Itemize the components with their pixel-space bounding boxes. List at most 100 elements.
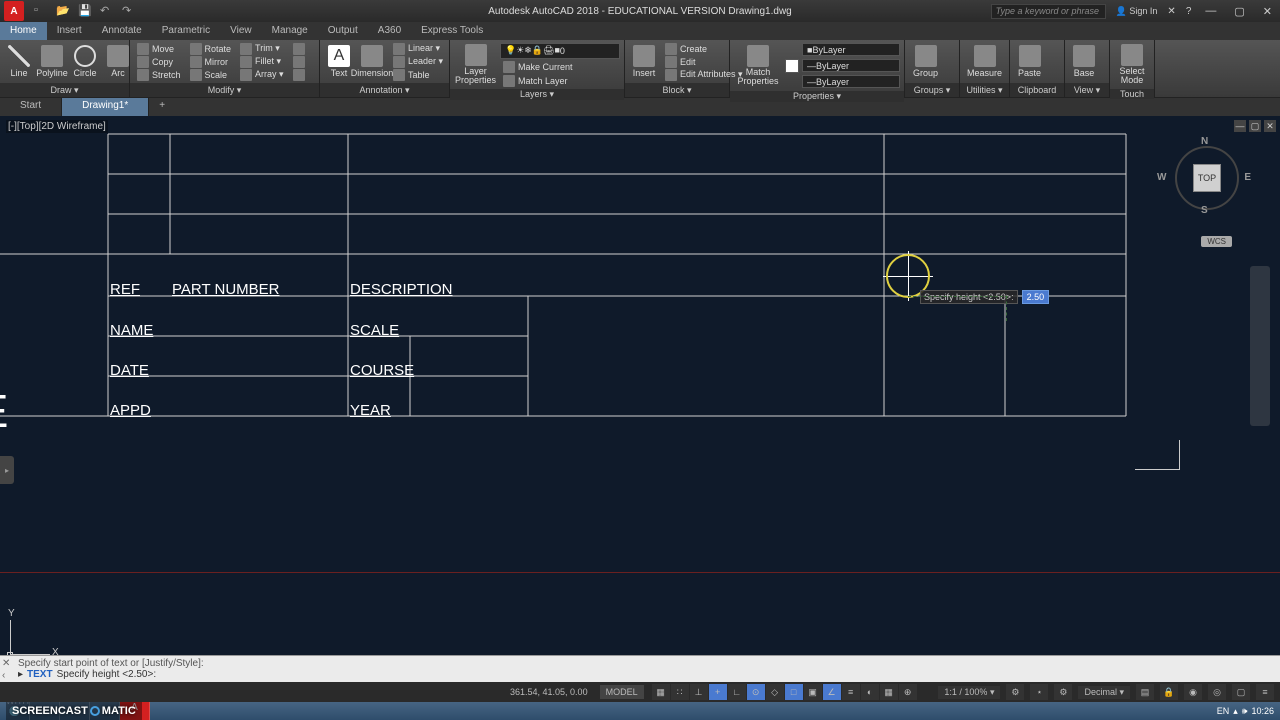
left-palette-tab[interactable]: ▸ (0, 456, 14, 484)
lang-indicator[interactable]: EN (1217, 706, 1230, 716)
matchprops-button[interactable]: Match Properties (734, 43, 782, 88)
paste-button[interactable]: Paste (1014, 43, 1045, 80)
model-button[interactable]: MODEL (600, 685, 644, 699)
tab-annotate[interactable]: Annotate (92, 22, 152, 40)
erase-button[interactable] (290, 43, 308, 55)
command-line[interactable]: ✕ ‹ Specify start point of text or [Just… (0, 655, 1280, 685)
units-dropdown[interactable]: Decimal ▾ (1078, 686, 1130, 699)
line-button[interactable]: Line (4, 43, 34, 80)
workspace-button[interactable]: ⚙ (1054, 684, 1072, 700)
panel-properties-label[interactable]: Properties ▾ (730, 91, 904, 102)
coordinates[interactable]: 361.54, 41.05, 0.00 (500, 687, 598, 697)
cycling-toggle[interactable]: ▦ (880, 684, 898, 700)
transparency-toggle[interactable]: ◐ (861, 684, 879, 700)
tab-express[interactable]: Express Tools (411, 22, 493, 40)
grid-toggle[interactable]: ▦ (652, 684, 670, 700)
tab-parametric[interactable]: Parametric (152, 22, 220, 40)
lock-toggle[interactable]: 🔒 (1160, 684, 1178, 700)
tab-start[interactable]: Start (0, 98, 62, 116)
selectmode-button[interactable]: Select Mode (1114, 42, 1150, 87)
fillet-button[interactable]: Fillet ▾ (237, 56, 287, 68)
cmd-recent-icon[interactable]: ‹ (2, 670, 14, 681)
linear-button[interactable]: Linear ▾ (390, 43, 446, 55)
trim-button[interactable]: Trim ▾ (237, 43, 287, 55)
close-button[interactable]: ✕ (1259, 5, 1276, 18)
polar-toggle[interactable]: ⊙ (747, 684, 765, 700)
circle-button[interactable]: Circle (70, 43, 100, 80)
panel-layers-label[interactable]: Layers ▾ (450, 89, 624, 100)
tray-icon-2[interactable]: 🕪 (1242, 706, 1248, 717)
base-button[interactable]: Base (1069, 43, 1099, 80)
dimension-button[interactable]: Dimension (357, 43, 387, 80)
panel-utilities-label[interactable]: Utilities ▾ (960, 83, 1009, 97)
3dosnap-toggle[interactable]: ▣ (804, 684, 822, 700)
tab-insert[interactable]: Insert (47, 22, 92, 40)
exchange-icon[interactable]: ✕ (1167, 6, 1175, 17)
dyninput-toggle[interactable]: + (709, 684, 727, 700)
group-button[interactable]: Group (909, 43, 942, 80)
clock[interactable]: 10:26 (1251, 706, 1274, 716)
table-button[interactable]: Table (390, 69, 446, 81)
hardware-toggle[interactable]: ◉ (1184, 684, 1202, 700)
polyline-button[interactable]: Polyline (37, 43, 67, 80)
rotate-button[interactable]: Rotate (187, 43, 235, 55)
iso-toggle[interactable]: ◇ (766, 684, 784, 700)
tab-view[interactable]: View (220, 22, 262, 40)
array-button[interactable]: Array ▾ (237, 69, 287, 81)
scale-dropdown[interactable]: 1:1 / 100% ▾ (938, 686, 1000, 699)
panel-draw-label[interactable]: Draw ▾ (0, 83, 129, 97)
drawing-area[interactable]: [-][Top][2D Wireframe] — ▢ ✕ TOP N S E W… (0, 116, 1280, 665)
anno-toggle[interactable]: ⋆ (1030, 684, 1048, 700)
panel-view-label[interactable]: View ▾ (1065, 83, 1109, 97)
search-input[interactable]: Type a keyword or phrase (991, 4, 1106, 19)
panel-groups-label[interactable]: Groups ▾ (905, 83, 959, 97)
lineweight-dropdown[interactable]: — ByLayer (802, 59, 900, 72)
panel-annotation-label[interactable]: Annotation ▾ (320, 83, 449, 97)
osnap-toggle[interactable]: □ (785, 684, 803, 700)
tray-icon[interactable]: ▴ (1233, 706, 1238, 717)
redo-icon[interactable]: ↷ (122, 4, 136, 18)
minimize-button[interactable]: — (1201, 5, 1220, 17)
tab-a360[interactable]: A360 (368, 22, 411, 40)
mirror-button[interactable]: Mirror (187, 56, 235, 68)
tab-manage[interactable]: Manage (262, 22, 318, 40)
panel-modify-label[interactable]: Modify ▾ (130, 83, 319, 97)
signin-button[interactable]: 👤 Sign In (1116, 6, 1158, 17)
insert-button[interactable]: Insert (629, 43, 659, 80)
new-icon[interactable]: ▫ (34, 4, 48, 18)
snap-toggle[interactable]: ∷ (671, 684, 689, 700)
move-button[interactable]: Move (134, 43, 184, 55)
arc-button[interactable]: Arc (103, 43, 133, 80)
open-icon[interactable]: 📂 (56, 4, 70, 18)
leader-button[interactable]: Leader ▾ (390, 56, 446, 68)
new-tab-button[interactable]: + (149, 98, 175, 116)
tab-drawing1[interactable]: Drawing1* (62, 98, 149, 116)
annomonitor-toggle[interactable]: ⊕ (899, 684, 917, 700)
stretch-button[interactable]: Stretch (134, 69, 184, 81)
layer-dropdown[interactable]: 💡☀❄🔒🖨■ 0 (500, 43, 620, 59)
cleanscreen-button[interactable]: ▢ (1232, 684, 1250, 700)
customize-button[interactable]: ≡ (1256, 684, 1274, 700)
lwt-toggle[interactable]: ≡ (842, 684, 860, 700)
quickprops-toggle[interactable]: ▤ (1136, 684, 1154, 700)
ortho-toggle[interactable]: ∟ (728, 684, 746, 700)
tab-output[interactable]: Output (318, 22, 368, 40)
save-icon[interactable]: 💾 (78, 4, 92, 18)
color-dropdown[interactable]: ■ ByLayer (802, 43, 900, 56)
copy-button[interactable]: Copy (134, 56, 184, 68)
infer-toggle[interactable]: ⊥ (690, 684, 708, 700)
gear-icon[interactable]: ⚙ (1006, 684, 1024, 700)
otrack-toggle[interactable]: ∠ (823, 684, 841, 700)
maximize-button[interactable]: ▢ (1230, 5, 1248, 18)
undo-icon[interactable]: ↶ (100, 4, 114, 18)
text-button[interactable]: AText (324, 43, 354, 80)
cmd-expand-icon[interactable]: ✕ (2, 658, 14, 669)
makecurrent-button[interactable]: Make Current (500, 61, 620, 73)
app-logo[interactable]: A (4, 1, 24, 21)
measure-button[interactable]: Measure (964, 43, 1005, 80)
layerprops-button[interactable]: Layer Properties (454, 42, 497, 87)
matchlayer-button[interactable]: Match Layer (500, 75, 620, 87)
panel-block-label[interactable]: Block ▾ (625, 83, 729, 97)
linetype-dropdown[interactable]: — ByLayer (802, 75, 900, 88)
dynamic-prompt-input[interactable]: 2.50 (1022, 290, 1050, 304)
